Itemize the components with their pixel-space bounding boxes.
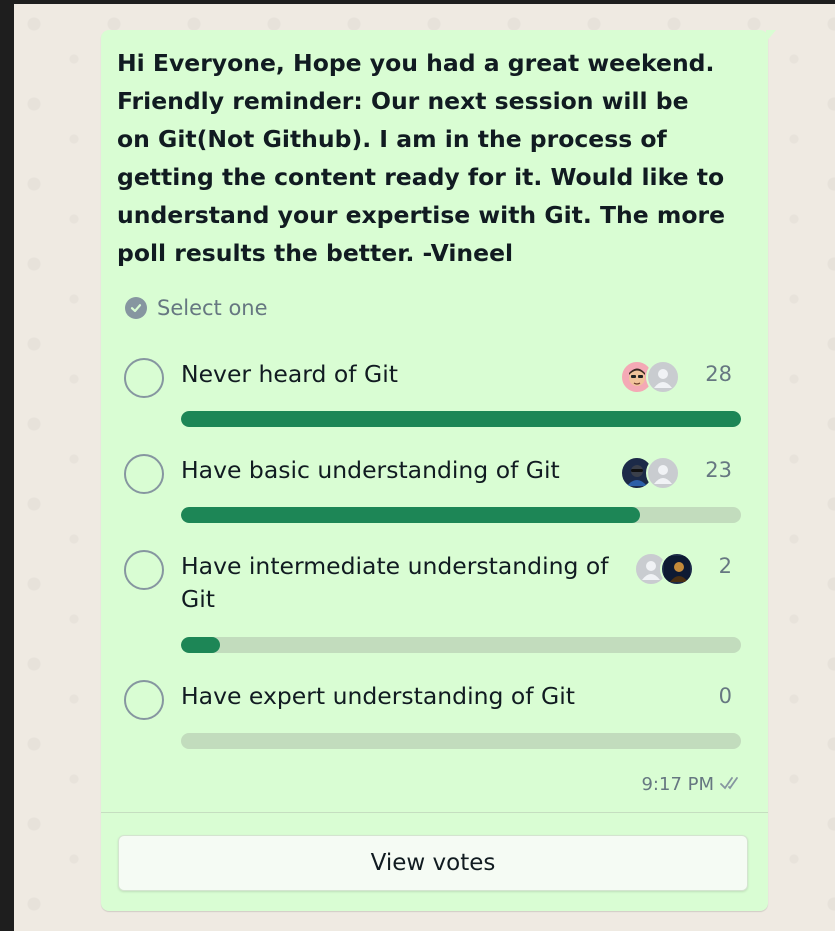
message-time: 9:17 PM bbox=[641, 774, 714, 795]
vote-progress-bar bbox=[181, 733, 741, 749]
default-avatar-icon bbox=[646, 456, 680, 490]
vote-progress-bar bbox=[181, 507, 741, 523]
vote-count: 23 bbox=[705, 458, 732, 482]
vote-progress-fill bbox=[181, 411, 741, 427]
vote-progress-fill bbox=[181, 637, 221, 653]
poll-question: Hi Everyone, Hope you had a great weeken… bbox=[117, 49, 726, 267]
vote-count: 0 bbox=[718, 684, 732, 708]
voter-avatars[interactable] bbox=[620, 360, 680, 394]
select-one-hint: Select one bbox=[125, 296, 268, 320]
view-votes-button[interactable]: View votes bbox=[118, 835, 748, 891]
vote-count: 2 bbox=[718, 554, 732, 578]
option-label: Have intermediate understanding of Git bbox=[181, 552, 609, 613]
bubble-divider bbox=[101, 812, 768, 813]
photo-avatar-icon bbox=[660, 552, 694, 586]
option-radio[interactable] bbox=[124, 550, 164, 590]
vote-count: 28 bbox=[705, 362, 732, 386]
message-meta: 9:17 PM bbox=[641, 774, 742, 795]
option-label: Have expert understanding of Git bbox=[181, 682, 575, 710]
option-radio[interactable] bbox=[124, 680, 164, 720]
option-label: Never heard of Git bbox=[181, 360, 398, 388]
option-radio[interactable] bbox=[124, 358, 164, 398]
double-check-icon bbox=[720, 774, 742, 795]
option-radio[interactable] bbox=[124, 454, 164, 494]
voter-avatars[interactable] bbox=[634, 552, 694, 586]
default-avatar-icon bbox=[646, 360, 680, 394]
vote-progress-bar bbox=[181, 411, 741, 427]
select-one-label: Select one bbox=[157, 296, 268, 320]
voter-avatars[interactable] bbox=[620, 456, 680, 490]
vote-progress-fill bbox=[181, 507, 641, 523]
vote-progress-bar bbox=[181, 637, 741, 653]
poll-message-bubble: Hi Everyone, Hope you had a great weeken… bbox=[101, 30, 776, 911]
option-label: Have basic understanding of Git bbox=[181, 456, 560, 484]
check-circle-icon bbox=[125, 297, 147, 319]
